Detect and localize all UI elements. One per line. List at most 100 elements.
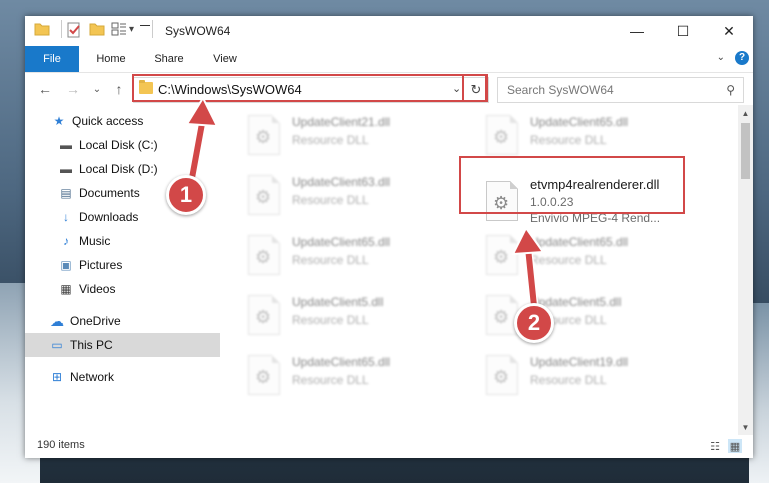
sidebar-item-label: Local Disk (D:) (79, 162, 158, 176)
sidebar-item-label: Pictures (79, 258, 123, 272)
folder-icon (139, 80, 153, 94)
toolbar-divider (152, 20, 154, 38)
forward-button[interactable]: → (63, 79, 83, 99)
list-item-selected-dll[interactable]: ⚙ etvmp4realrenderer.dll 1.0.0.23 Envivi… (478, 175, 708, 227)
back-button[interactable]: ← (35, 79, 55, 99)
file-name: UpdateClient5.dll (292, 295, 384, 309)
new-folder-icon[interactable] (89, 22, 105, 36)
minimize-button[interactable]: — (614, 16, 660, 46)
sidebar-item-pictures[interactable]: ▣ Pictures ✦ (25, 253, 252, 277)
customize-icon[interactable] (111, 22, 127, 36)
dll-file-icon: ⚙ (486, 181, 518, 221)
dll-file-icon: ⚙ (486, 235, 518, 275)
folder-icon[interactable] (34, 22, 50, 36)
file-name: UpdateClient65.dll (530, 115, 629, 129)
sidebar-item-label: OneDrive (70, 314, 121, 328)
download-icon: ↓ (63, 210, 69, 224)
sidebar-item-videos[interactable]: ▦ Videos ✦ (25, 277, 252, 301)
details-view-icon[interactable]: ☷ (708, 439, 722, 453)
star-icon: ★ (53, 114, 65, 128)
toolbar-dropdown-icon[interactable]: ▾ (129, 24, 134, 35)
list-item[interactable]: ⚙ UpdateClient5.dll Resource DLL (240, 289, 470, 341)
file-name: UpdateClient63.dll (292, 175, 391, 189)
list-item[interactable]: ⚙ UpdateClient5.dll Resource DLL (478, 289, 708, 341)
list-item[interactable]: ⚙ UpdateClient21.dll Resource DLL (240, 109, 470, 161)
file-description: Resource DLL (292, 133, 369, 147)
up-button[interactable]: ↑ (109, 79, 129, 99)
address-dropdown-icon[interactable]: ⌄ (452, 82, 461, 95)
sidebar-item-local-disk-c[interactable]: ▬ Local Disk (C:) ✦ (25, 133, 252, 157)
list-item[interactable]: ⚙ UpdateClient65.dll Resource DLL (240, 349, 470, 401)
vertical-scrollbar[interactable]: ▲ ▼ (738, 105, 753, 435)
file-name: UpdateClient65.dll (292, 355, 391, 369)
tab-share[interactable]: Share (145, 46, 193, 72)
sidebar-item-label: Videos (79, 282, 116, 296)
dll-file-icon: ⚙ (486, 295, 518, 335)
file-description: Resource DLL (292, 373, 369, 387)
recent-locations-button[interactable]: ⌄ (87, 79, 107, 99)
scroll-up-icon[interactable]: ▲ (738, 105, 753, 121)
file-explorer-window: ▾ SysWOW64 — ☐ ✕ File Home Share View ⌄ … (25, 16, 753, 458)
list-item[interactable]: ⚙ UpdateClient65.dll Resource DLL (478, 109, 708, 161)
address-path: C:\Windows\SysWOW64 (158, 82, 302, 97)
file-name: UpdateClient21.dll (292, 115, 391, 129)
list-item[interactable]: ⚙ UpdateClient65.dll Resource DLL (478, 229, 708, 281)
list-item[interactable]: ⚙ UpdateClient65.dll Resource DLL (240, 229, 470, 281)
file-description: Envivio MPEG-4 Rend... (530, 211, 661, 225)
network-icon: ⊞ (51, 370, 63, 384)
list-item[interactable]: ⚙ UpdateClient19.dll Resource DLL (478, 349, 708, 401)
refresh-button[interactable]: ↻ (463, 77, 489, 103)
tab-home[interactable]: Home (87, 46, 135, 72)
toolbar-separator (140, 25, 150, 26)
sidebar-item-label: Quick access (72, 114, 144, 128)
sidebar-item-network[interactable]: ⊞ Network (25, 365, 243, 389)
status-bar: 190 items ☷ ▦ (25, 435, 753, 458)
computer-icon: ▭ (51, 338, 63, 352)
sidebar-item-this-pc[interactable]: ▭ This PC (25, 333, 243, 357)
dll-file-icon: ⚙ (486, 115, 518, 155)
music-icon: ♪ (63, 234, 69, 248)
search-input[interactable]: Search SysWOW64 ⚲ (497, 77, 744, 103)
tab-file[interactable]: File (25, 46, 79, 72)
item-count: 190 items (37, 439, 85, 451)
sidebar-item-onedrive[interactable]: ☁ OneDrive (25, 309, 243, 333)
close-button[interactable]: ✕ (706, 16, 752, 46)
dll-file-icon: ⚙ (248, 175, 280, 215)
file-description: Resource DLL (292, 313, 369, 327)
tab-view[interactable]: View (201, 46, 249, 72)
drive-icon: ▬ (60, 162, 72, 176)
window-title: SysWOW64 (165, 24, 231, 38)
list-item[interactable]: ⚙ UpdateClient63.dll Resource DLL (240, 169, 470, 221)
address-bar[interactable]: C:\Windows\SysWOW64 ⌄ (133, 77, 489, 103)
collapse-ribbon-icon[interactable]: ⌄ (717, 52, 725, 63)
search-icon: ⚲ (726, 83, 735, 97)
tiles-view-icon[interactable]: ▦ (728, 439, 742, 453)
file-name: UpdateClient65.dll (530, 235, 629, 249)
properties-icon[interactable] (66, 22, 82, 38)
file-description: Resource DLL (292, 193, 369, 207)
file-description: Resource DLL (530, 373, 607, 387)
scrollbar-thumb[interactable] (741, 123, 750, 179)
sidebar-item-label: Music (79, 234, 111, 248)
navigation-bar: ← → ⌄ ↑ C:\Windows\SysWOW64 ⌄ ↻ Search S… (25, 73, 753, 105)
file-name: UpdateClient19.dll (530, 355, 629, 369)
dll-file-icon: ⚙ (248, 355, 280, 395)
videos-icon: ▦ (60, 282, 72, 296)
file-list: ⚙ UpdateClient21.dll Resource DLL ⚙ Upda… (220, 105, 738, 435)
sidebar-item-music[interactable]: ♪ Music ✦ (25, 229, 252, 253)
file-description: Resource DLL (530, 253, 607, 267)
sidebar-item-label: Downloads (79, 210, 139, 224)
file-description: Resource DLL (292, 253, 369, 267)
ribbon-tabs: File Home Share View ⌄ ? (25, 46, 753, 73)
maximize-button[interactable]: ☐ (660, 16, 706, 46)
search-placeholder: Search SysWOW64 (507, 83, 614, 97)
sidebar-item-local-disk-d[interactable]: ▬ Local Disk (D:) ✦ (25, 157, 252, 181)
help-icon[interactable]: ? (735, 51, 749, 65)
sidebar-item-documents[interactable]: ▤ Documents ✦ (25, 181, 252, 205)
sidebar-item-downloads[interactable]: ↓ Downloads ✦ (25, 205, 252, 229)
scroll-down-icon[interactable]: ▼ (738, 419, 753, 435)
sidebar-item-quick-access[interactable]: ★ Quick access (25, 109, 245, 133)
cloud-icon: ☁ (50, 312, 64, 329)
sidebar-item-label: Local Disk (C:) (79, 138, 158, 152)
file-name: etvmp4realrenderer.dll (530, 177, 660, 192)
